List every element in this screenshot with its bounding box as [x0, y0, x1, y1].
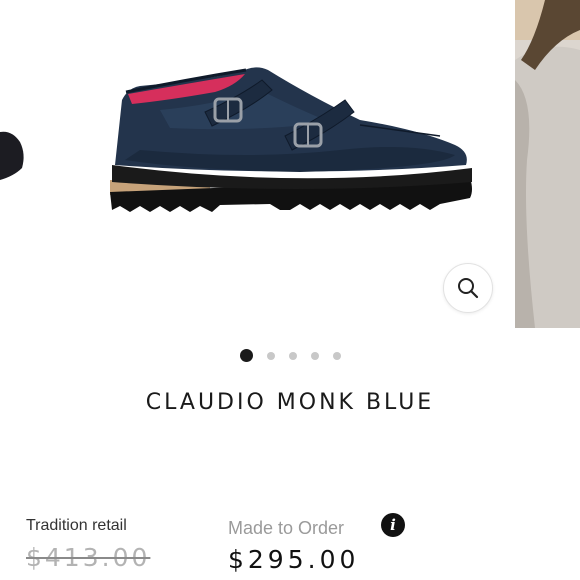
carousel-dot[interactable] [266, 351, 275, 360]
carousel-dot[interactable] [239, 349, 253, 362]
product-title: CLAUDIO MONK BLUE [145, 390, 435, 415]
carousel-dot[interactable] [288, 351, 297, 360]
carousel-dot[interactable] [310, 351, 319, 360]
carousel-dot[interactable] [332, 351, 341, 360]
sale-price: $295.00 [228, 545, 360, 574]
retail-price: $413.00 [26, 543, 151, 572]
search-icon [458, 278, 479, 299]
retail-label: Tradition retail [26, 517, 127, 534]
carousel-indicators [0, 349, 580, 362]
made-to-order-label: Made to Order [228, 518, 345, 538]
zoom-button[interactable] [443, 263, 493, 313]
image-gallery[interactable] [0, 0, 580, 330]
shoe-image[interactable] [0, 0, 515, 330]
info-icon[interactable]: i [381, 513, 405, 537]
next-image[interactable] [515, 0, 580, 328]
